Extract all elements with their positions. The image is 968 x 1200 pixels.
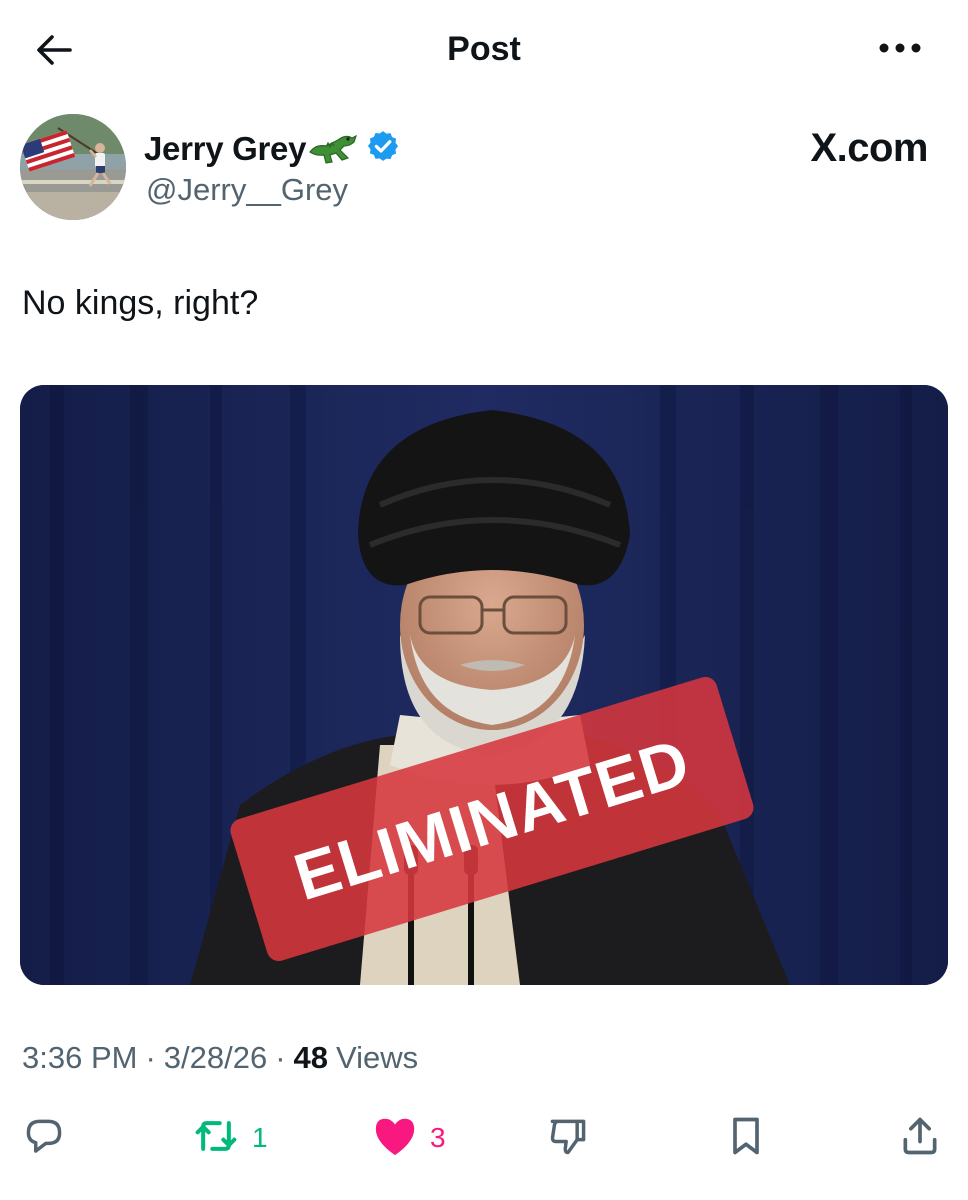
views-count[interactable]: 48: [294, 1040, 328, 1076]
brand-watermark: X.com: [810, 126, 928, 170]
display-name[interactable]: Jerry Grey: [144, 130, 306, 168]
verified-badge-icon[interactable]: [366, 129, 400, 168]
post-meta: 3:36 PM · 3/28/26 · 48 Views: [22, 1040, 418, 1076]
share-button[interactable]: [898, 1108, 942, 1168]
post-author: Jerry Grey @Jerry__Grey X.com: [20, 112, 948, 222]
bookmark-icon: [724, 1114, 768, 1163]
bookmark-button[interactable]: [724, 1108, 768, 1168]
more-options-button[interactable]: [874, 34, 926, 66]
repost-button[interactable]: 1: [192, 1108, 268, 1168]
action-bar: 1 3: [0, 1108, 968, 1168]
name-row: Jerry Grey: [144, 126, 400, 171]
meta-separator: ·: [275, 1040, 286, 1075]
top-bar: Post: [0, 0, 968, 100]
post-date: 3/28/26: [163, 1040, 268, 1075]
reply-button[interactable]: [22, 1108, 66, 1168]
like-count: 3: [430, 1122, 446, 1153]
repost-icon: [192, 1114, 240, 1163]
like-button[interactable]: 3: [372, 1108, 446, 1168]
avatar[interactable]: [20, 114, 126, 220]
post-time: 3:36 PM: [22, 1040, 138, 1075]
meta-separator: ·: [145, 1040, 156, 1075]
reply-icon: [22, 1114, 66, 1163]
heart-filled-icon: [372, 1114, 418, 1163]
views-label[interactable]: Views: [336, 1040, 418, 1076]
post-text: No kings, right?: [22, 284, 259, 322]
dislike-button[interactable]: [546, 1108, 590, 1168]
more-horizontal-icon: [878, 41, 922, 59]
user-handle[interactable]: @Jerry__Grey: [146, 172, 348, 208]
alligator-emoji-icon: [308, 126, 358, 171]
page-title: Post: [447, 30, 521, 68]
repost-count: 1: [252, 1122, 268, 1153]
thumbs-down-icon: [546, 1114, 590, 1163]
share-icon: [898, 1114, 942, 1163]
